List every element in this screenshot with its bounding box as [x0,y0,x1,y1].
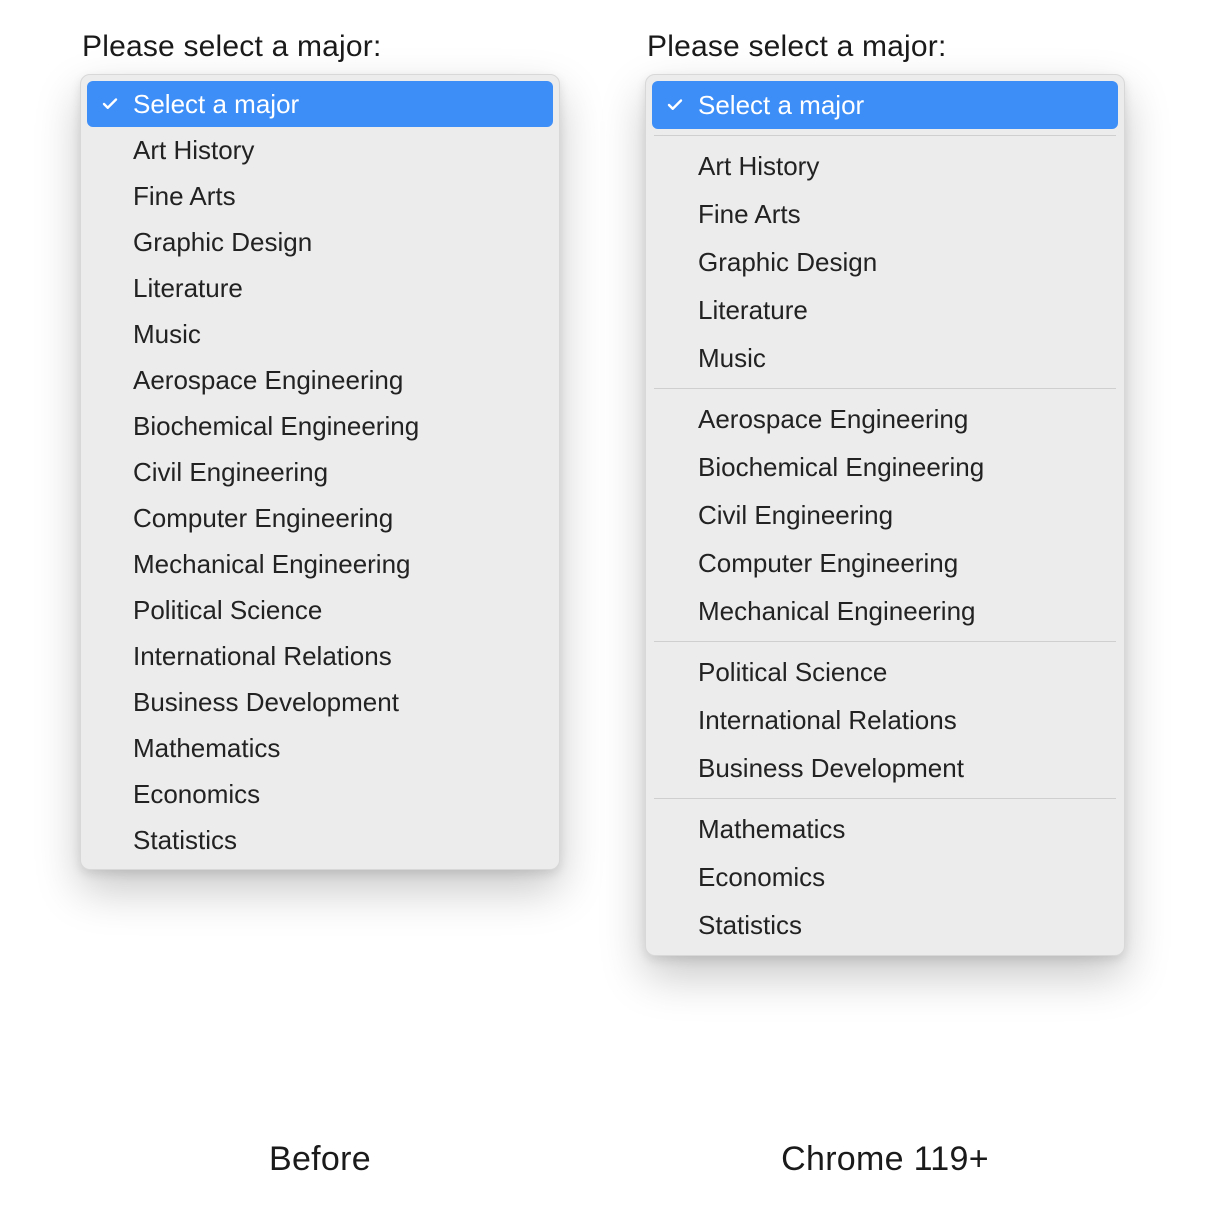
select-option[interactable]: International Relations [652,696,1118,744]
option-label: Fine Arts [133,183,236,209]
select-option[interactable]: Graphic Design [652,238,1118,286]
group-separator [654,388,1116,389]
option-label: Select a major [133,91,299,117]
select-option[interactable]: Computer Engineering [87,495,553,541]
select-popup-after[interactable]: Select a major Art History Fine Arts Gra… [645,74,1125,956]
option-label: Computer Engineering [133,505,393,531]
select-option[interactable]: Aerospace Engineering [87,357,553,403]
select-option[interactable]: Graphic Design [87,219,553,265]
option-label: Civil Engineering [698,502,893,528]
caption-before: Before [80,1140,560,1179]
option-label: Graphic Design [133,229,312,255]
select-label: Please select a major: [647,30,1125,64]
select-option[interactable]: Music [652,334,1118,382]
select-option[interactable]: International Relations [87,633,553,679]
option-label: Mathematics [133,735,280,761]
option-label: Computer Engineering [698,550,958,576]
select-option[interactable]: Fine Arts [652,190,1118,238]
option-label: Music [698,345,766,371]
option-label: Select a major [698,92,864,118]
select-option[interactable]: Mechanical Engineering [87,541,553,587]
option-label: Aerospace Engineering [698,406,968,432]
select-option[interactable]: Economics [87,771,553,817]
after-column: Please select a major: Select a major Ar… [645,30,1125,956]
check-icon [101,95,119,113]
select-option[interactable]: Biochemical Engineering [87,403,553,449]
select-option[interactable]: Fine Arts [87,173,553,219]
select-option[interactable]: Business Development [652,744,1118,792]
select-option[interactable]: Mechanical Engineering [652,587,1118,635]
select-option[interactable]: Literature [652,286,1118,334]
select-option[interactable]: Mathematics [652,805,1118,853]
check-icon [666,96,684,114]
option-label: International Relations [133,643,392,669]
option-label: Art History [698,153,819,179]
option-label: Economics [133,781,260,807]
select-option[interactable]: Statistics [652,901,1118,949]
option-label: Literature [698,297,808,323]
option-label: Statistics [133,827,237,853]
select-option[interactable]: Literature [87,265,553,311]
option-label: Business Development [133,689,399,715]
option-label: Graphic Design [698,249,877,275]
option-label: Political Science [698,659,887,685]
select-option-selected[interactable]: Select a major [652,81,1118,129]
select-option[interactable]: Business Development [87,679,553,725]
option-label: Political Science [133,597,322,623]
option-label: Aerospace Engineering [133,367,403,393]
option-label: Mechanical Engineering [133,551,411,577]
option-label: Art History [133,137,254,163]
option-label: Mechanical Engineering [698,598,976,624]
option-label: International Relations [698,707,957,733]
option-label: Civil Engineering [133,459,328,485]
option-label: Statistics [698,912,802,938]
option-label: Economics [698,864,825,890]
option-label: Fine Arts [698,201,801,227]
select-option[interactable]: Computer Engineering [652,539,1118,587]
group-separator [654,135,1116,136]
select-option[interactable]: Music [87,311,553,357]
group-separator [654,641,1116,642]
select-option[interactable]: Statistics [87,817,553,863]
select-option[interactable]: Political Science [652,648,1118,696]
option-label: Business Development [698,755,964,781]
option-label: Literature [133,275,243,301]
option-label: Biochemical Engineering [133,413,419,439]
select-option[interactable]: Economics [652,853,1118,901]
select-label: Please select a major: [82,30,560,64]
select-option[interactable]: Art History [652,142,1118,190]
select-option[interactable]: Art History [87,127,553,173]
select-popup-before[interactable]: Select a major Art History Fine Arts Gra… [80,74,560,870]
select-option[interactable]: Aerospace Engineering [652,395,1118,443]
select-option[interactable]: Civil Engineering [652,491,1118,539]
option-label: Mathematics [698,816,845,842]
select-option-selected[interactable]: Select a major [87,81,553,127]
select-option[interactable]: Mathematics [87,725,553,771]
select-option[interactable]: Civil Engineering [87,449,553,495]
select-option[interactable]: Political Science [87,587,553,633]
select-option[interactable]: Biochemical Engineering [652,443,1118,491]
option-label: Biochemical Engineering [698,454,984,480]
option-label: Music [133,321,201,347]
before-column: Please select a major: Select a major Ar… [80,30,560,870]
caption-after: Chrome 119+ [645,1140,1125,1179]
group-separator [654,798,1116,799]
